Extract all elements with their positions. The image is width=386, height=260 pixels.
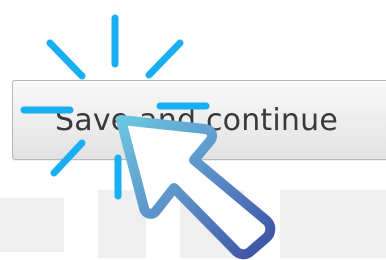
save-and-continue-button[interactable]: Save and continue — [12, 80, 386, 160]
background-watermark — [0, 190, 386, 258]
save-and-continue-label: Save and continue — [55, 102, 338, 138]
scene: Save and continue — [0, 0, 386, 260]
